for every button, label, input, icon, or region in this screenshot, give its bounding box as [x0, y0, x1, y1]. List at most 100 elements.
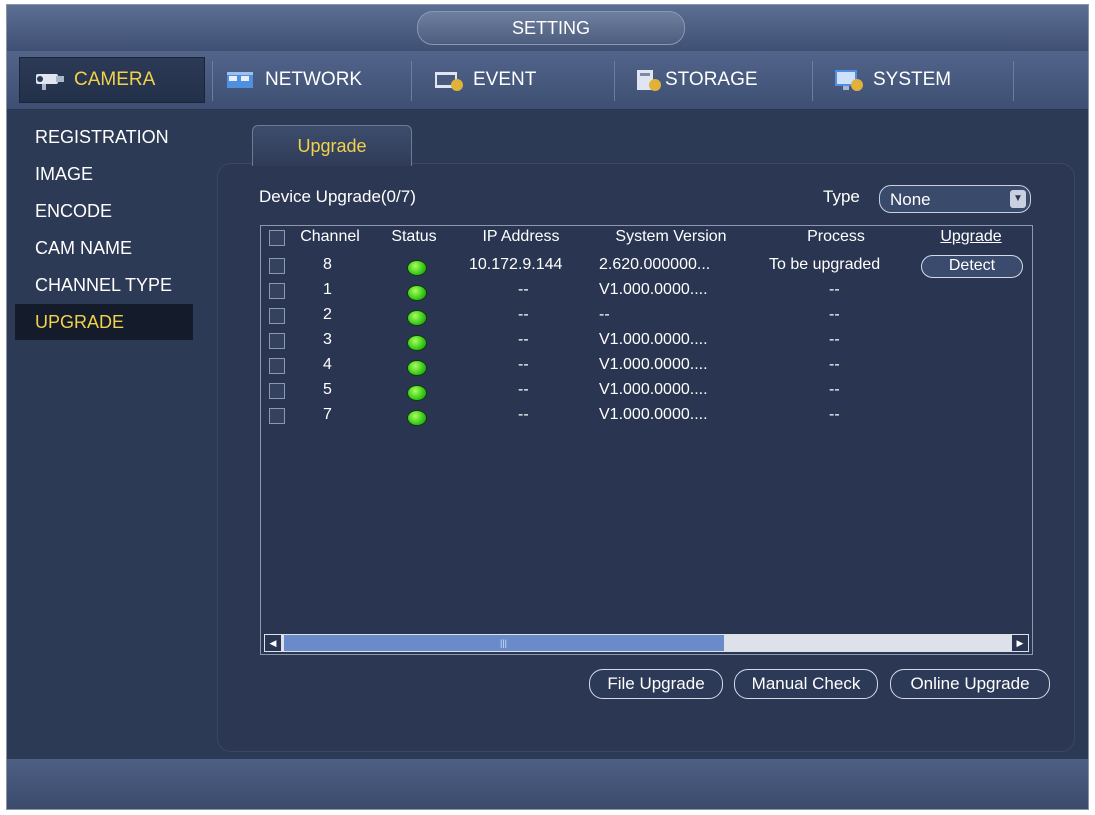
- status-online-icon: [407, 285, 427, 301]
- cell-process: To be upgraded: [769, 256, 881, 273]
- header-system-version: System Version: [615, 228, 727, 245]
- status-online-icon: [407, 410, 427, 426]
- status-online-icon: [407, 310, 427, 326]
- sidebar-item-cam-name[interactable]: CAM NAME: [15, 230, 193, 266]
- cell-version: V1.000.0000....: [599, 381, 708, 398]
- status-online-icon: [407, 360, 427, 376]
- table-row[interactable]: 2 -- -- --: [261, 304, 1032, 329]
- tab-divider: [812, 61, 813, 101]
- table-row[interactable]: 4 -- V1.000.0000.... --: [261, 354, 1032, 379]
- event-icon: [433, 68, 465, 92]
- table-row[interactable]: 3 -- V1.000.0000.... --: [261, 329, 1032, 354]
- tab-label: NETWORK: [265, 69, 363, 90]
- cell-version: V1.000.0000....: [599, 406, 708, 423]
- row-checkbox[interactable]: [269, 283, 285, 299]
- cell-channel: 1: [323, 281, 332, 298]
- cell-ip: 10.172.9.144: [469, 256, 563, 273]
- cell-process: --: [829, 306, 840, 323]
- table-row[interactable]: 8 10.172.9.144 2.620.000000... To be upg…: [261, 254, 1032, 279]
- row-checkbox[interactable]: [269, 333, 285, 349]
- tab-divider: [1013, 61, 1014, 101]
- type-select[interactable]: None ▼: [879, 185, 1031, 213]
- tab-system[interactable]: SYSTEM: [833, 57, 951, 103]
- cell-ip: --: [518, 306, 529, 323]
- table-row[interactable]: 7 -- V1.000.0000.... --: [261, 404, 1032, 429]
- cell-ip: --: [518, 406, 529, 423]
- sidebar-item-channel-type[interactable]: CHANNEL TYPE: [15, 267, 193, 303]
- detect-button[interactable]: Detect: [921, 255, 1023, 278]
- header-upgrade: Upgrade: [940, 228, 1002, 245]
- scroll-left-icon[interactable]: ◀: [265, 635, 281, 651]
- setting-window: SETTING CAMERA NETWORK EVENT STORAGE SYS…: [6, 4, 1089, 810]
- tab-network[interactable]: NETWORK: [225, 57, 362, 103]
- type-select-value: None: [890, 190, 931, 209]
- row-checkbox[interactable]: [269, 358, 285, 374]
- cell-version: --: [599, 306, 610, 323]
- row-checkbox[interactable]: [269, 258, 285, 274]
- device-upgrade-title: Device Upgrade(0/7): [259, 187, 416, 206]
- horizontal-scrollbar[interactable]: ◀ ||| ▶: [264, 634, 1029, 652]
- type-label: Type: [823, 187, 860, 206]
- chevron-down-icon[interactable]: ▼: [1010, 190, 1026, 208]
- tab-camera[interactable]: CAMERA: [19, 57, 205, 103]
- scrollbar-thumb[interactable]: |||: [284, 635, 724, 651]
- network-icon: [225, 68, 257, 92]
- cell-channel: 4: [323, 356, 332, 373]
- tab-upgrade[interactable]: Upgrade: [252, 125, 412, 166]
- sidebar-item-registration[interactable]: REGISTRATION: [15, 119, 193, 155]
- sidebar: REGISTRATION IMAGE ENCODE CAM NAME CHANN…: [7, 111, 197, 761]
- status-online-icon: [407, 335, 427, 351]
- tab-label: CAMERA: [74, 69, 156, 90]
- status-online-icon: [407, 385, 427, 401]
- cell-process: --: [829, 406, 840, 423]
- row-checkbox[interactable]: [269, 308, 285, 324]
- header-ip-address: IP Address: [482, 228, 560, 245]
- sidebar-item-encode[interactable]: ENCODE: [15, 193, 193, 229]
- cell-ip: --: [518, 331, 529, 348]
- sidebar-item-image[interactable]: IMAGE: [15, 156, 193, 192]
- cell-version: 2.620.000000...: [599, 256, 711, 273]
- scroll-right-icon[interactable]: ▶: [1012, 635, 1028, 651]
- cell-ip: --: [518, 381, 529, 398]
- cell-process: --: [829, 381, 840, 398]
- tab-divider: [411, 61, 412, 101]
- grip-icon: |||: [500, 638, 508, 648]
- row-checkbox[interactable]: [269, 408, 285, 424]
- cell-channel: 8: [323, 256, 332, 273]
- tab-label: EVENT: [473, 69, 537, 90]
- storage-icon: [635, 68, 663, 92]
- cell-version: V1.000.0000....: [599, 331, 708, 348]
- main-tab-bar: CAMERA NETWORK EVENT STORAGE SYSTEM: [7, 51, 1088, 110]
- window-title: SETTING: [417, 11, 685, 45]
- cell-version: V1.000.0000....: [599, 281, 708, 298]
- cell-ip: --: [518, 281, 529, 298]
- select-all-checkbox[interactable]: [269, 230, 285, 246]
- system-icon: [833, 68, 865, 92]
- cell-process: --: [829, 331, 840, 348]
- tab-divider: [212, 61, 213, 101]
- row-checkbox[interactable]: [269, 383, 285, 399]
- cell-ip: --: [518, 356, 529, 373]
- cell-process: --: [829, 356, 840, 373]
- manual-check-button[interactable]: Manual Check: [734, 669, 878, 699]
- header-process: Process: [807, 228, 865, 245]
- table-row[interactable]: 1 -- V1.000.0000.... --: [261, 279, 1032, 304]
- header-status: Status: [391, 228, 437, 245]
- cell-version: V1.000.0000....: [599, 356, 708, 373]
- sidebar-item-upgrade[interactable]: UPGRADE: [15, 304, 193, 340]
- title-bar: SETTING: [7, 5, 1088, 52]
- tab-divider: [614, 61, 615, 101]
- device-table: Channel Status IP Address System Version…: [260, 225, 1033, 655]
- status-online-icon: [407, 260, 427, 276]
- file-upgrade-button[interactable]: File Upgrade: [589, 669, 723, 699]
- cell-channel: 3: [323, 331, 332, 348]
- cell-process: --: [829, 281, 840, 298]
- online-upgrade-button[interactable]: Online Upgrade: [890, 669, 1050, 699]
- cell-channel: 2: [323, 306, 332, 323]
- cell-channel: 5: [323, 381, 332, 398]
- tab-event[interactable]: EVENT: [433, 57, 536, 103]
- tab-storage[interactable]: STORAGE: [635, 57, 758, 103]
- table-row[interactable]: 5 -- V1.000.0000.... --: [261, 379, 1032, 404]
- header-channel: Channel: [300, 228, 360, 245]
- tab-label: SYSTEM: [873, 69, 952, 90]
